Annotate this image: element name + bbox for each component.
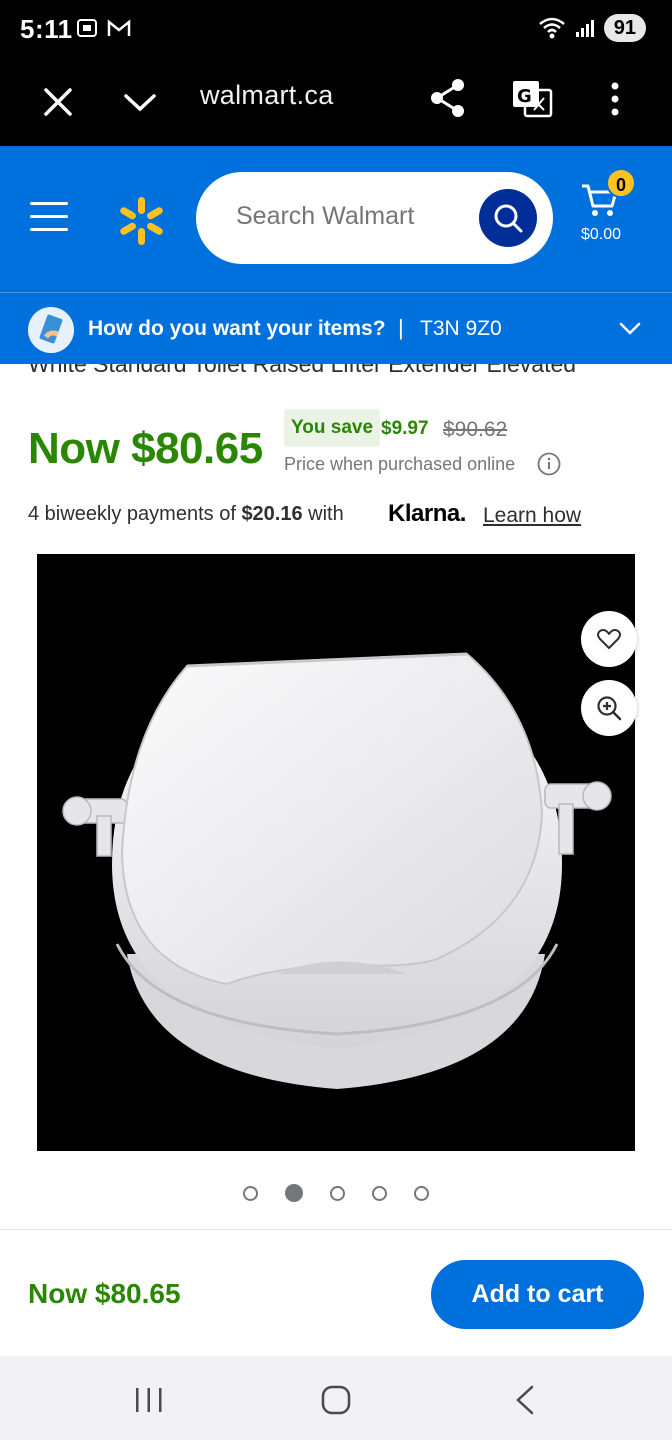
walmart-spark-logo[interactable] [114,194,168,248]
info-icon[interactable] [537,452,561,476]
heart-icon [597,629,621,649]
search-icon [494,204,523,233]
wifi-icon [538,17,565,39]
recent-apps-icon[interactable] [134,1386,164,1414]
you-save-badge: You save [284,409,381,447]
search-input[interactable] [236,202,466,231]
learn-how-link[interactable]: Learn how [483,504,581,528]
menu-icon[interactable] [30,202,68,232]
klarna-suffix: with [302,503,344,525]
gmail-icon [107,19,131,36]
gallery-dot-active[interactable] [285,1184,303,1202]
klarna-prefix: 4 biweekly payments of [28,503,242,525]
klarna-amount: $20.16 [241,503,303,525]
raised-toilet-seat-image [62,652,612,1089]
add-to-cart-button[interactable]: Add to cart [431,1260,644,1329]
share-icon[interactable] [428,76,468,120]
product-image[interactable] [37,554,635,1151]
gallery-dot[interactable] [414,1185,429,1201]
sticky-purchase-bar: Now $80.65 Add to cart [0,1229,672,1356]
save-amount: $9.97 [381,418,429,439]
zoom-button[interactable] [581,680,637,736]
status-time: 5:11 [20,14,73,44]
search-bar [196,172,553,264]
online-price-note: Price when purchased online [284,454,516,474]
notification-icons [76,17,132,39]
sticky-price: Now $80.65 [28,1278,181,1309]
gallery-dot[interactable] [330,1185,345,1201]
signal-icon [575,20,594,37]
translate-icon[interactable]: G [510,76,554,120]
url-text[interactable]: walmart.ca [200,80,334,111]
fulfillment-question: How do you want your items? [88,317,386,340]
zoom-in-icon [597,696,622,721]
cart-count-badge: 0 [606,168,636,198]
back-icon[interactable] [512,1384,538,1416]
more-options-icon[interactable] [600,78,630,122]
fulfillment-separator: | [398,315,404,340]
search-button[interactable] [479,189,537,247]
gallery-dot[interactable] [372,1185,387,1201]
svg-text:G: G [517,86,532,107]
site-header: 0 $0.00 [0,146,672,292]
gallery-dot[interactable] [243,1185,258,1201]
browser-toolbar: walmart.ca G [0,62,672,146]
chevron-down-icon[interactable] [120,82,160,122]
phone-icon [28,307,74,353]
gallery-pagination [243,1184,429,1202]
klarna-payment-text: 4 biweekly payments of $20.16 with [28,503,344,526]
current-price: Now $80.65 [28,424,263,473]
favorite-button[interactable] [581,611,637,667]
battery-indicator: 91 [603,14,646,42]
klarna-logo: Klarna. [388,500,466,527]
status-bar: 5:11 91 [0,0,672,62]
screenshot-icon [77,19,97,37]
system-navigation-bar [0,1356,672,1440]
home-icon[interactable] [320,1384,352,1416]
product-title: White Standard Toilet Raised Lifter Exte… [28,364,648,374]
was-price: $90.62 [443,418,508,441]
postal-code: T3N 9Z0 [420,317,502,340]
cart-total: $0.00 [581,226,622,243]
fulfillment-selector[interactable]: How do you want your items? | T3N 9Z0 [0,292,672,364]
close-icon[interactable] [38,82,78,122]
chevron-down-icon [619,322,641,335]
system-icons: 91 [538,14,646,42]
cart-button[interactable]: 0 $0.00 [578,168,636,254]
